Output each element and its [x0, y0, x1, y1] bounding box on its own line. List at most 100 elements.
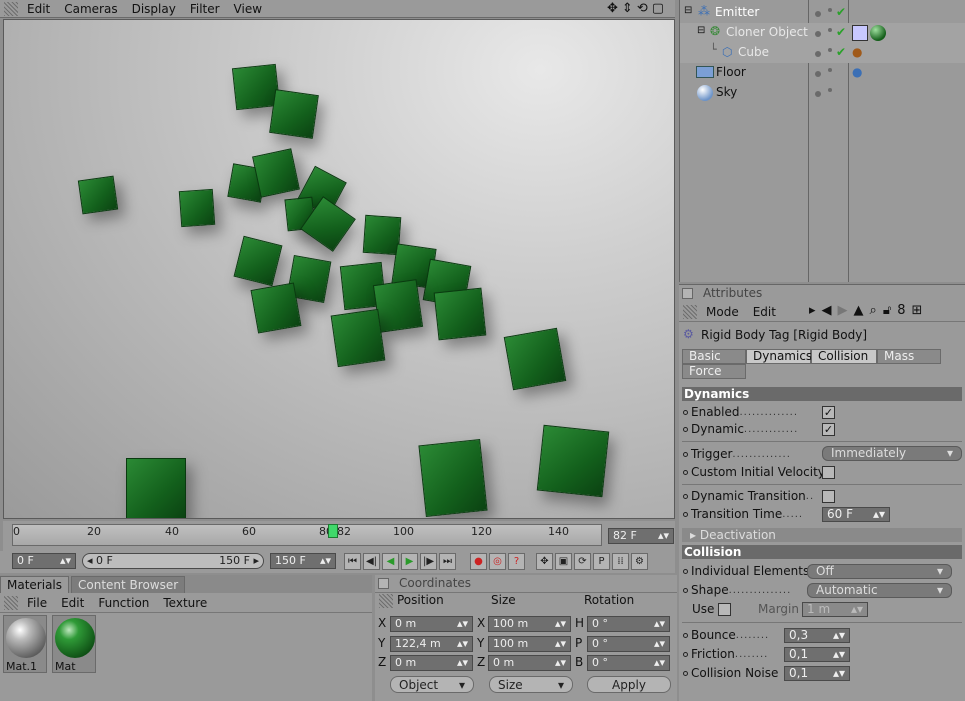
key-position-icon[interactable]: ✥	[536, 553, 553, 570]
maximize-view-icon[interactable]: ▢	[652, 1, 668, 16]
tab-force[interactable]: Force	[682, 364, 746, 379]
panel-grip-icon[interactable]	[4, 2, 18, 16]
margin-field[interactable]: 1 m ▴▾	[802, 602, 868, 617]
timeline-options-icon[interactable]: ⚙	[631, 553, 648, 570]
size-x-field[interactable]: 100 m ▴▾	[488, 616, 571, 632]
collision-noise-field[interactable]: 0,1 ▴▾	[784, 666, 850, 681]
materials-menu-file[interactable]: File	[27, 596, 47, 610]
render-dot[interactable]	[828, 8, 832, 12]
end-frame-field[interactable]: 150 F ▴▾	[270, 553, 336, 569]
current-frame-field[interactable]: 82 F ▴▾	[608, 528, 674, 544]
menu-view[interactable]: View	[234, 2, 262, 16]
custom-initial-velocity-checkbox[interactable]	[822, 466, 835, 479]
size-y-field[interactable]: 100 m ▴▾	[488, 636, 571, 652]
rotate-view-icon[interactable]: ⟲	[637, 1, 652, 16]
play-backward-icon[interactable]: ◀	[382, 553, 399, 570]
autokey-icon[interactable]: ◎	[489, 553, 506, 570]
apply-button[interactable]: Apply	[587, 676, 671, 693]
play-forward-icon[interactable]: ▶	[401, 553, 418, 570]
move-view-icon[interactable]: ✥	[607, 1, 622, 16]
object-row-sky[interactable]: Sky	[680, 83, 965, 103]
position-z-field[interactable]: 0 m ▴▾	[390, 655, 473, 671]
attributes-menu-mode[interactable]: Mode	[706, 305, 739, 319]
panel-toggle-icon[interactable]	[378, 578, 389, 589]
menu-display[interactable]: Display	[132, 2, 176, 16]
render-dot[interactable]	[828, 48, 832, 52]
go-to-start-icon[interactable]: ⏮	[344, 553, 361, 570]
position-x-field[interactable]: 0 m ▴▾	[390, 616, 473, 632]
tab-materials[interactable]: Materials	[0, 576, 70, 593]
key-pla-icon[interactable]: ⁞⁞	[612, 553, 629, 570]
rotation-p-field[interactable]: 0 ° ▴▾	[587, 636, 670, 652]
new-panel-icon[interactable]: ⊞	[912, 303, 923, 318]
enabled-check-icon[interactable]: ✔	[836, 5, 846, 19]
preview-range-slider[interactable]: ◂ 0 F 150 F ▸	[82, 553, 264, 569]
object-row-cloner[interactable]: ⊟ ❂ Cloner Object ✔	[680, 23, 965, 43]
visibility-dot[interactable]	[815, 31, 821, 37]
search-icon[interactable]: ⌕	[870, 303, 877, 318]
3d-viewport[interactable]	[3, 19, 675, 519]
tab-basic[interactable]: Basic	[682, 349, 746, 364]
compositing-tag-icon[interactable]: ●	[852, 65, 862, 79]
visibility-dot[interactable]	[815, 51, 821, 57]
materials-menu-texture[interactable]: Texture	[163, 596, 207, 610]
prev-frame-icon[interactable]: ◀|	[363, 553, 380, 570]
phong-tag-icon[interactable]: ●	[852, 45, 862, 59]
panel-grip-icon[interactable]	[4, 596, 18, 610]
attributes-menu-edit[interactable]: Edit	[753, 305, 776, 319]
render-dot[interactable]	[828, 88, 832, 92]
arrow-right-icon[interactable]: ▸	[809, 303, 816, 318]
size-z-field[interactable]: 0 m ▴▾	[488, 655, 571, 671]
object-row-cube[interactable]: └ ⬡ Cube ✔ ●	[680, 43, 965, 63]
key-parameter-icon[interactable]: P	[593, 553, 610, 570]
record-icon[interactable]: ●	[470, 553, 487, 570]
timeline-playhead[interactable]	[328, 524, 338, 538]
key-scale-icon[interactable]: ▣	[555, 553, 572, 570]
collapse-icon[interactable]: ⊟	[684, 5, 692, 16]
go-to-end-icon[interactable]: ⏭	[439, 553, 456, 570]
next-frame-icon[interactable]: |▶	[420, 553, 437, 570]
panel-toggle-icon[interactable]	[682, 288, 693, 299]
link-icon[interactable]: 8	[897, 303, 905, 318]
object-row-floor[interactable]: Floor ●	[680, 63, 965, 83]
help-icon[interactable]: ?	[508, 553, 525, 570]
visibility-dot[interactable]	[815, 11, 821, 17]
zoom-view-icon[interactable]: ⇕	[622, 1, 637, 16]
panel-grip-icon[interactable]	[683, 305, 697, 319]
collapse-icon[interactable]: ⊟	[697, 25, 705, 36]
dynamic-transition-checkbox[interactable]	[822, 490, 835, 503]
forward-icon[interactable]: ▶	[838, 303, 848, 318]
dynamic-checkbox[interactable]: ✓	[822, 423, 835, 436]
deactivation-group[interactable]: ▸ Deactivation	[682, 528, 962, 542]
materials-menu-function[interactable]: Function	[98, 596, 149, 610]
panel-grip-icon[interactable]	[379, 594, 393, 608]
up-icon[interactable]: ▲	[854, 303, 864, 318]
menu-cameras[interactable]: Cameras	[64, 2, 117, 16]
tab-dynamics[interactable]: Dynamics	[746, 349, 812, 364]
key-rotation-icon[interactable]: ⟳	[574, 553, 591, 570]
back-icon[interactable]: ◀	[822, 303, 832, 318]
transition-time-field[interactable]: 60 F ▴▾	[822, 507, 890, 522]
start-frame-field[interactable]: 0 F ▴▾	[12, 553, 76, 569]
friction-field[interactable]: 0,1 ▴▾	[784, 647, 850, 662]
timeline-ruler[interactable]: 0 20 40 60 80 82 100 120 140	[12, 524, 602, 546]
enabled-check-icon[interactable]: ✔	[836, 25, 846, 39]
tab-collision[interactable]: Collision	[811, 349, 877, 364]
rotation-h-field[interactable]: 0 ° ▴▾	[587, 616, 670, 632]
trigger-dropdown[interactable]: Immediately ▾	[822, 446, 962, 461]
rotation-b-field[interactable]: 0 ° ▴▾	[587, 655, 670, 671]
rigid-body-tag-icon[interactable]	[852, 25, 868, 41]
visibility-dot[interactable]	[815, 71, 821, 77]
menu-filter[interactable]: Filter	[190, 2, 220, 16]
materials-menu-edit[interactable]: Edit	[61, 596, 84, 610]
lock-icon[interactable]: 🔓︎	[883, 303, 891, 318]
material-swatch[interactable]: Mat	[52, 615, 96, 673]
position-y-field[interactable]: 122,4 m ▴▾	[390, 636, 473, 652]
shape-dropdown[interactable]: Automatic ▾	[807, 583, 952, 598]
use-margin-checkbox[interactable]	[718, 603, 731, 616]
enabled-checkbox[interactable]: ✓	[822, 406, 835, 419]
render-dot[interactable]	[828, 28, 832, 32]
menu-edit[interactable]: Edit	[27, 2, 50, 16]
object-row-emitter[interactable]: ⊟ ⁂ Emitter ✔	[680, 3, 965, 23]
tab-content-browser[interactable]: Content Browser	[71, 576, 186, 593]
